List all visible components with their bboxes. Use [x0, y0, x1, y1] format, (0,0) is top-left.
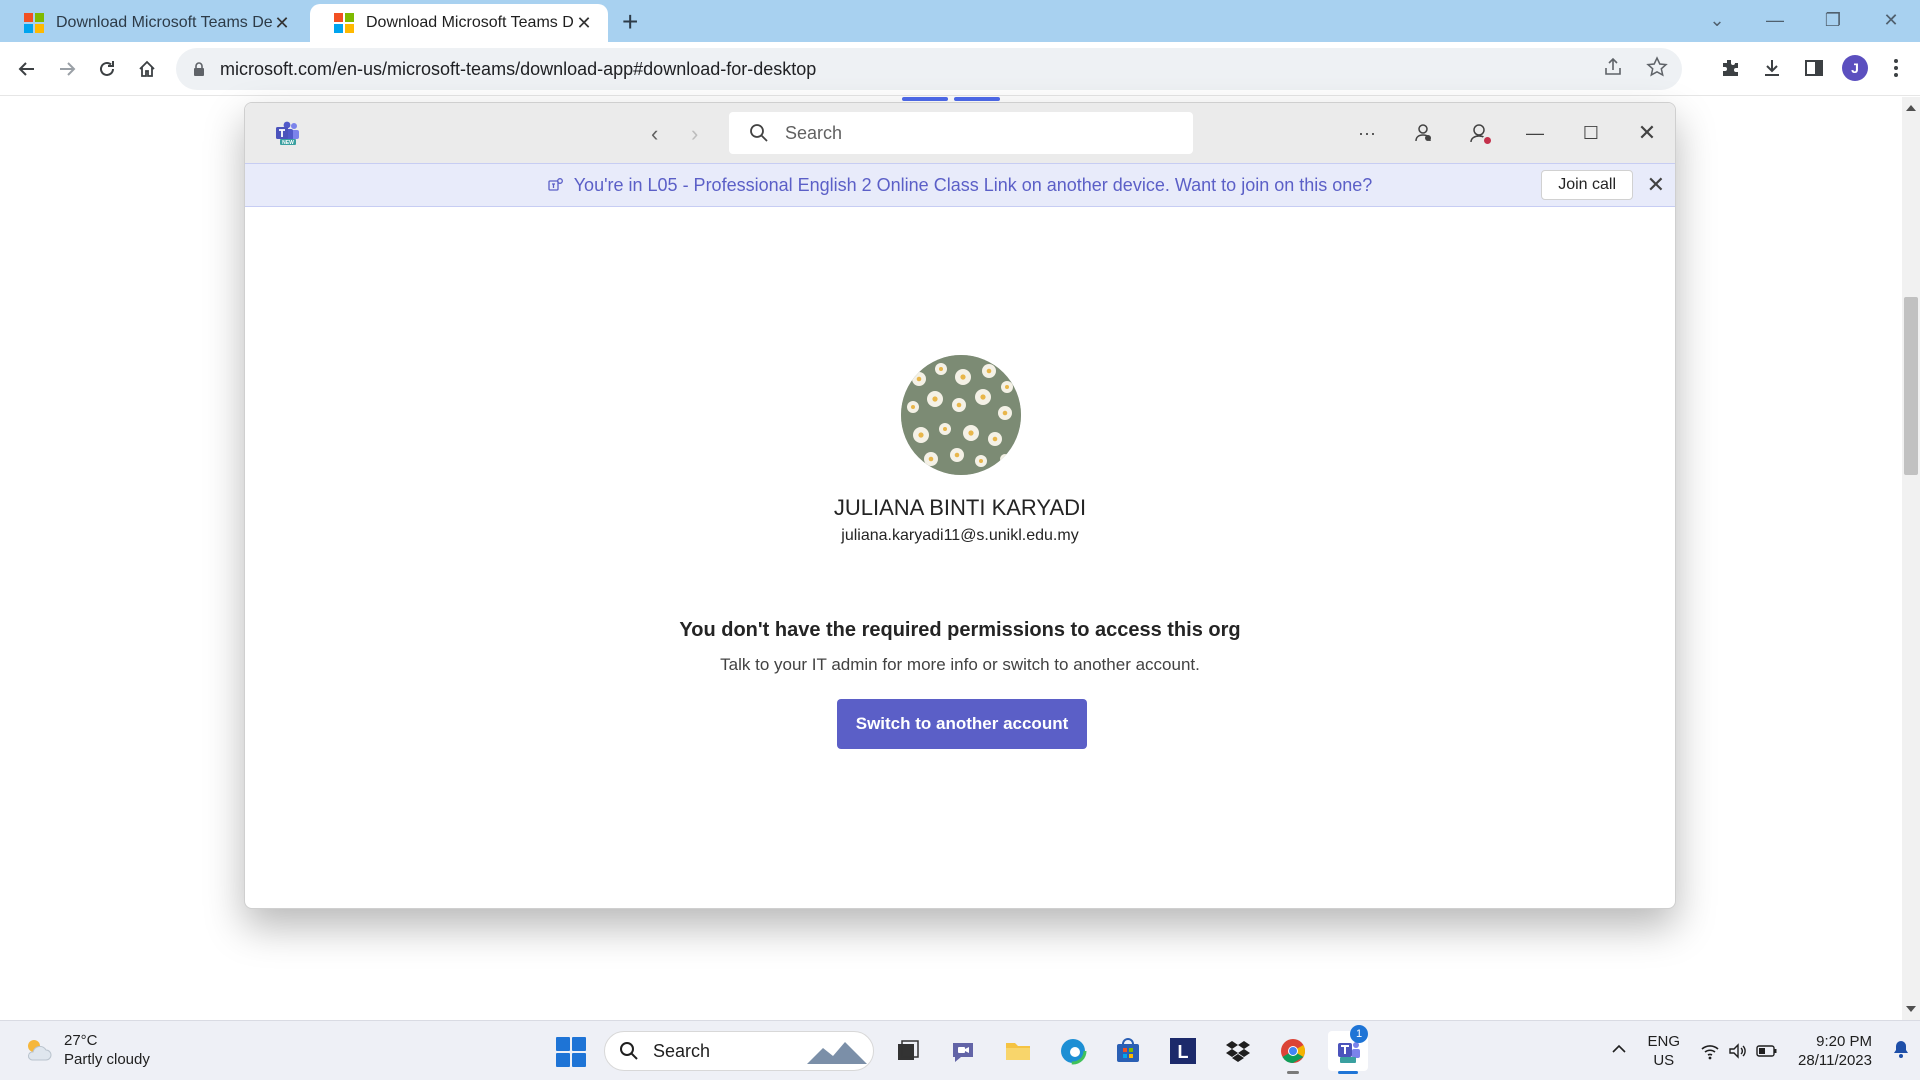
tab-title: Download Microsoft Teams Desk: [366, 14, 574, 31]
teams-logo-icon: NEW: [276, 121, 299, 145]
dropbox-icon[interactable]: [1218, 1031, 1258, 1071]
language-code: ENG: [1647, 1033, 1681, 1050]
teams-maximize-button[interactable]: ☐: [1563, 103, 1619, 163]
teams-search-input[interactable]: Search: [729, 112, 1193, 154]
quick-settings[interactable]: [1690, 1042, 1788, 1060]
browser-tabstrip: Download Microsoft Teams Desk ✕ Download…: [0, 0, 1920, 42]
back-button[interactable]: [12, 54, 42, 84]
side-panel-icon[interactable]: [1800, 54, 1828, 82]
svg-text:L: L: [1178, 1042, 1189, 1062]
address-bar[interactable]: microsoft.com/en-us/microsoft-teams/down…: [176, 48, 1682, 90]
teams-call-icon: [548, 178, 563, 191]
search-icon: [750, 124, 768, 142]
lock-icon: [194, 62, 204, 76]
taskbar-apps: L 1: [888, 1025, 1368, 1074]
presence-busy-icon: [1482, 135, 1493, 146]
window-controls: ⌄ — ❐ ✕: [1688, 0, 1920, 40]
search-highlight-icon: [807, 1041, 867, 1064]
taskbar-search-placeholder: Search: [653, 1040, 711, 1061]
tab-close-icon[interactable]: ✕: [272, 13, 292, 34]
clock-time: 9:20 PM: [1816, 1033, 1872, 1050]
scroll-up-icon[interactable]: [1906, 105, 1916, 111]
download-icon[interactable]: [1758, 54, 1786, 82]
teams-window: NEW ‹ › Search ··· — ☐ ✕ You're in L05 -…: [244, 102, 1676, 909]
browser-toolbar: microsoft.com/en-us/microsoft-teams/down…: [0, 42, 1920, 96]
user-avatar: [901, 355, 1021, 475]
keyboard-layout: US: [1653, 1052, 1675, 1069]
teams-close-button[interactable]: ✕: [1619, 103, 1675, 163]
minimize-button[interactable]: —: [1746, 10, 1804, 31]
ongoing-call-banner: You're in L05 - Professional English 2 O…: [245, 163, 1675, 207]
clock-date: 28/11/2023: [1798, 1052, 1872, 1069]
error-description: Talk to your IT admin for more info or s…: [720, 655, 1200, 674]
restore-button[interactable]: ❐: [1804, 10, 1862, 31]
page-tab-indicator: [902, 97, 1000, 101]
more-options-icon[interactable]: ···: [1339, 103, 1395, 163]
reload-button[interactable]: [92, 54, 122, 84]
svg-text:NEW: NEW: [282, 140, 294, 145]
tab-search-icon[interactable]: ⌄: [1688, 10, 1746, 31]
task-view-icon[interactable]: [888, 1031, 928, 1071]
more-menu-icon[interactable]: [1882, 54, 1910, 82]
error-title: You don't have the required permissions …: [679, 619, 1241, 641]
language-indicator[interactable]: ENG US: [1638, 1032, 1691, 1070]
microsoft-logo-icon: [24, 13, 44, 33]
user-email: juliana.karyadi11@s.unikl.edu.my: [841, 527, 1079, 544]
close-window-button[interactable]: ✕: [1862, 10, 1920, 31]
weather-temp: 27°C: [64, 1032, 98, 1049]
switch-account-button[interactable]: Switch to another account: [837, 699, 1087, 749]
clock[interactable]: 9:20 PM 28/11/2023: [1788, 1032, 1882, 1070]
taskbar-search[interactable]: Search: [604, 1031, 874, 1071]
chrome-icon[interactable]: [1273, 1031, 1313, 1074]
bookmark-star-icon[interactable]: [1646, 56, 1668, 78]
tab-title: Download Microsoft Teams Desk: [56, 14, 272, 31]
scroll-down-icon[interactable]: [1906, 1006, 1916, 1012]
join-call-button[interactable]: Join call: [1541, 170, 1633, 200]
new-tab-button[interactable]: +: [622, 6, 638, 38]
search-icon: [620, 1042, 638, 1060]
meet-chat-icon[interactable]: [943, 1031, 983, 1071]
banner-text: You're in L05 - Professional English 2 O…: [573, 174, 1373, 195]
l-app-icon[interactable]: L: [1163, 1031, 1203, 1071]
profile-status-icon[interactable]: [1451, 103, 1507, 163]
teams-forward-icon[interactable]: ›: [691, 121, 698, 147]
meet-now-icon[interactable]: [1395, 103, 1451, 163]
profile-avatar[interactable]: J: [1842, 55, 1868, 81]
notification-bell-icon[interactable]: [1882, 1039, 1920, 1064]
partly-cloudy-icon: [28, 1040, 52, 1061]
volume-icon: [1729, 1043, 1746, 1059]
user-name: JULIANA BINTI KARYADI: [833, 495, 1087, 520]
microsoft-logo-icon: [334, 13, 354, 33]
teams-app-icon[interactable]: 1: [1328, 1025, 1368, 1074]
url-text: microsoft.com/en-us/microsoft-teams/down…: [220, 58, 817, 79]
browser-tab-active[interactable]: Download Microsoft Teams Desk ✕: [310, 4, 608, 42]
microsoft-store-icon[interactable]: [1108, 1031, 1148, 1071]
page-scrollbar[interactable]: [1902, 97, 1920, 1020]
show-hidden-icons-chevron-icon[interactable]: [1600, 1040, 1638, 1063]
forward-button[interactable]: [52, 54, 82, 84]
wifi-icon: [1701, 1045, 1719, 1060]
tab-close-icon[interactable]: ✕: [574, 13, 594, 34]
system-tray: ENG US 9:20 PM 28/11/2023: [1600, 1021, 1920, 1080]
weather-widget[interactable]: 27°C Partly cloudy: [22, 1031, 150, 1069]
start-button[interactable]: [556, 1037, 586, 1067]
scrollbar-thumb[interactable]: [1904, 297, 1918, 475]
share-icon[interactable]: [1602, 56, 1624, 78]
extensions-icon[interactable]: [1716, 54, 1744, 82]
file-explorer-icon[interactable]: [998, 1031, 1038, 1071]
battery-icon: [1756, 1045, 1777, 1057]
browser-tab[interactable]: Download Microsoft Teams Desk ✕: [0, 4, 306, 42]
account-error-panel: JULIANA BINTI KARYADI juliana.karyadi11@…: [245, 207, 1675, 908]
teams-titlebar: NEW ‹ › Search ··· — ☐ ✕: [245, 103, 1675, 163]
teams-minimize-button[interactable]: —: [1507, 103, 1563, 163]
windows-taskbar: 27°C Partly cloudy Search L 1 ENG US 9:2…: [0, 1020, 1920, 1080]
edge-browser-icon[interactable]: [1053, 1031, 1093, 1071]
banner-close-icon[interactable]: ✕: [1647, 174, 1665, 196]
teams-back-icon[interactable]: ‹: [651, 121, 658, 147]
weather-condition: Partly cloudy: [64, 1051, 150, 1068]
home-button[interactable]: [132, 54, 162, 84]
notification-badge: 1: [1350, 1025, 1368, 1043]
search-placeholder: Search: [785, 122, 843, 143]
